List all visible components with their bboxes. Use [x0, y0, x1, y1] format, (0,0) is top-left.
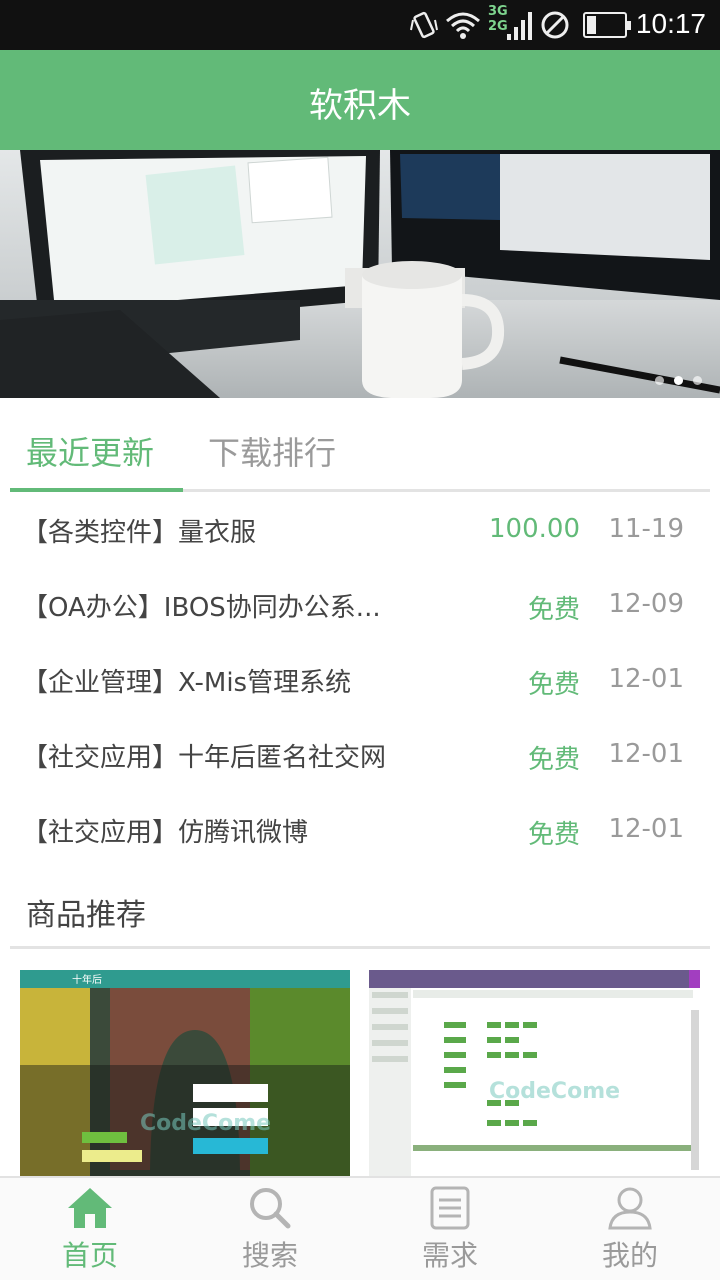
banner-pager[interactable]	[655, 376, 702, 385]
pager-dot[interactable]	[693, 376, 702, 385]
thumb-site-name: 十年后	[72, 973, 102, 986]
nav-home[interactable]: 首页	[0, 1178, 180, 1280]
list-item[interactable]: 【社交应用】十年后匿名社交网 免费 12-01	[0, 717, 720, 792]
app-title-bar: 软积木	[0, 50, 720, 150]
item-price: 免费	[527, 745, 580, 775]
signal-icon	[507, 12, 532, 40]
item-name: 【企业管理】X-Mis管理系统	[22, 668, 352, 698]
tab-download-ranking[interactable]: 下载排行	[208, 428, 336, 474]
nav-requirements-label: 需求	[421, 1239, 478, 1272]
app-title: 软积木	[309, 86, 411, 126]
item-date: 12-01	[608, 814, 684, 844]
product-thumbnail: 十年后 CodeCome	[20, 970, 350, 1180]
item-price: 免费	[527, 820, 580, 850]
recommend-card[interactable]: CodeCome	[369, 970, 700, 1180]
nav-search[interactable]: 搜索	[180, 1178, 360, 1280]
wifi-icon	[446, 12, 480, 39]
pager-dot-active[interactable]	[674, 376, 683, 385]
home-icon	[68, 1188, 112, 1228]
status-bar: 3G 2G 10:17	[0, 0, 720, 50]
network-type: 3G 2G	[488, 4, 508, 34]
nav-requirements[interactable]: 需求	[360, 1178, 540, 1280]
item-date: 12-09	[608, 589, 684, 619]
nav-profile-label: 我的	[601, 1239, 658, 1272]
nav-profile[interactable]: 我的	[540, 1178, 720, 1280]
list-tabs: 最近更新 下载排行	[10, 398, 710, 492]
item-date: 12-01	[608, 739, 684, 769]
list-item[interactable]: 【企业管理】X-Mis管理系统 免费 12-01	[0, 642, 720, 717]
item-price: 100.00	[489, 514, 580, 544]
list-item[interactable]: 【社交应用】仿腾讯微博 免费 12-01	[0, 792, 720, 867]
product-thumbnail: CodeCome	[369, 970, 700, 1180]
document-icon	[430, 1186, 470, 1230]
item-price: 免费	[527, 670, 580, 700]
recent-updates-list: 【各类控件】量衣服 100.00 11-19 【OA办公】IBOS协同办公系..…	[0, 492, 720, 867]
item-name: 【社交应用】仿腾讯微博	[22, 818, 309, 848]
vibrate-icon	[410, 11, 438, 39]
list-item[interactable]: 【各类控件】量衣服 100.00 11-19	[0, 492, 720, 567]
clock: 10:17	[635, 8, 706, 39]
nav-home-label: 首页	[61, 1239, 118, 1272]
bottom-navigation: 首页 搜索 需求 我的	[0, 1176, 720, 1280]
nav-search-label: 搜索	[241, 1239, 298, 1272]
user-icon	[608, 1187, 652, 1230]
recommend-card[interactable]: 十年后 CodeCome	[20, 970, 350, 1180]
list-item[interactable]: 【OA办公】IBOS协同办公系... 免费 12-09	[0, 567, 720, 642]
item-name: 【社交应用】十年后匿名社交网	[22, 743, 387, 773]
section-divider	[10, 946, 710, 949]
watermark: CodeCome	[140, 1111, 271, 1136]
item-date: 11-19	[608, 514, 684, 544]
banner-image	[0, 150, 720, 398]
pager-dot[interactable]	[655, 376, 664, 385]
item-name: 【OA办公】IBOS协同办公系...	[22, 593, 381, 623]
item-name: 【各类控件】量衣服	[22, 518, 257, 548]
no-sim-icon	[541, 11, 569, 39]
item-date: 12-01	[608, 664, 684, 694]
section-title-recommend: 商品推荐	[26, 898, 146, 933]
tab-recent-updates[interactable]: 最近更新	[26, 428, 154, 474]
item-price: 免费	[527, 595, 580, 625]
banner-carousel[interactable]	[0, 150, 720, 398]
battery-icon	[583, 12, 631, 38]
watermark: CodeCome	[489, 1079, 620, 1104]
search-icon	[250, 1188, 291, 1229]
